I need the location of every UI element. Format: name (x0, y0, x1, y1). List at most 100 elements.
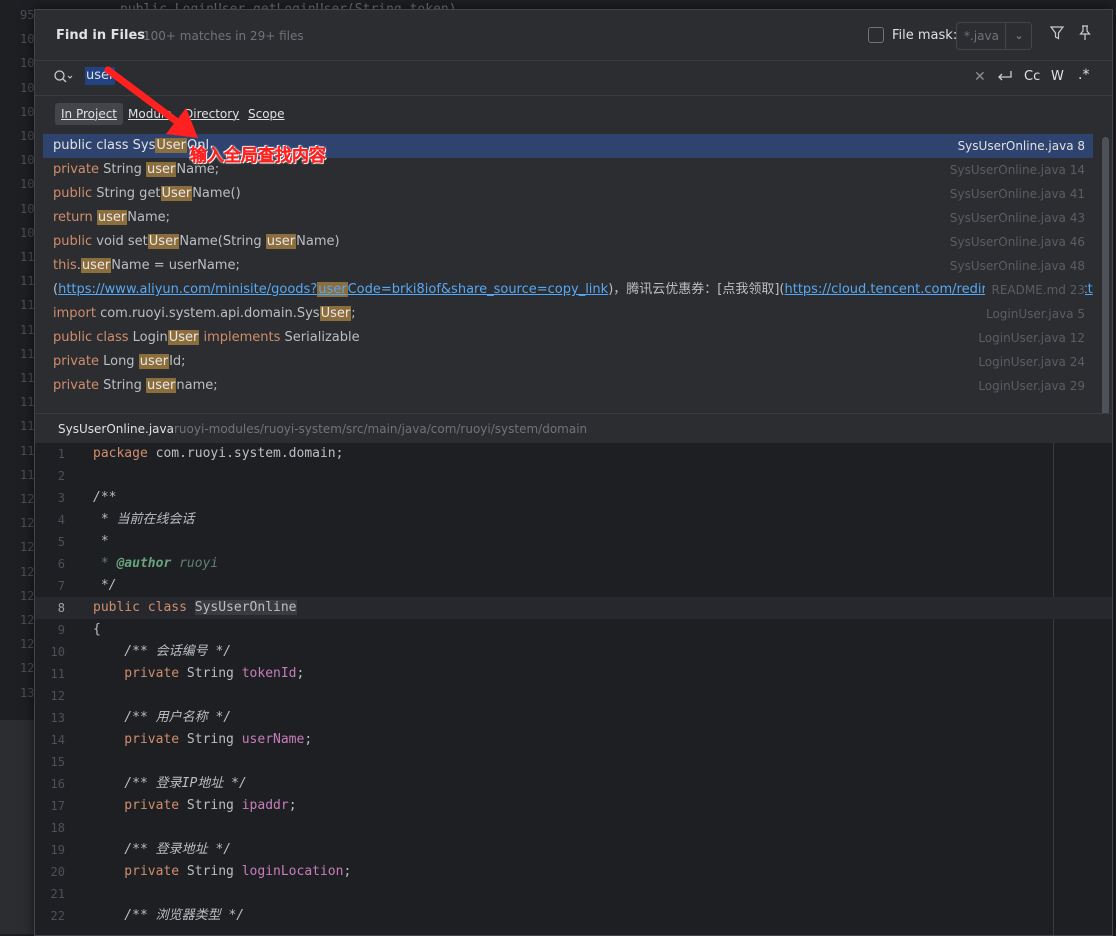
background-line-number: 11 (20, 443, 35, 458)
result-row[interactable]: private String username; LoginUser.java … (43, 374, 1093, 398)
result-text: Name(String (179, 234, 266, 249)
regex-toggle[interactable]: .* (1078, 67, 1089, 83)
preview-header: SysUserOnline.java ruoyi-modules/ruoyi-s… (35, 413, 1112, 444)
result-keyword: return (53, 210, 93, 225)
code-line: 18 (35, 817, 1112, 839)
line-number: 22 (50, 909, 65, 923)
preview-file-name: SysUserOnline.java (58, 422, 174, 436)
dialog-title: Find in Files (56, 28, 146, 43)
background-line-number: 11 (20, 346, 35, 361)
filter-icon[interactable] (1050, 26, 1064, 40)
background-line-number: 11 (20, 419, 35, 434)
result-file: SysUserOnline.java 41 (949, 187, 1085, 201)
code-line: 22 /** 浏览器类型 */ (35, 905, 1112, 927)
background-line-number: 11 (20, 371, 35, 385)
result-file: README.md 23 (985, 278, 1085, 302)
code-line: 13 /** 用户名称 */ (35, 707, 1112, 729)
background-line-number: 10 (20, 80, 35, 95)
annotation-arrow-icon (104, 66, 198, 138)
line-number: 16 (50, 777, 65, 791)
match-highlight: User (160, 186, 193, 201)
line-number: 1 (57, 447, 65, 461)
match-highlight: user (96, 210, 128, 225)
file-mask-combobox[interactable]: *.java ⌄ (956, 22, 1032, 50)
dialog-header: Find in Files 100+ matches in 29+ files … (35, 10, 1112, 60)
whole-words-toggle[interactable]: W (1051, 69, 1064, 84)
result-row[interactable]: public String getUserName() SysUserOnlin… (43, 182, 1093, 206)
line-number: 11 (50, 667, 65, 681)
code-line: 16 /** 登录IP地址 */ (35, 773, 1112, 795)
match-case-toggle[interactable]: Cc (1024, 69, 1040, 84)
background-line-number: 10 (20, 153, 35, 168)
code-line-current: 8 public class SysUserOnline (35, 597, 1112, 619)
file-mask-label[interactable]: File mask: (892, 28, 957, 43)
line-number: 10 (50, 645, 65, 659)
line-number: 7 (57, 579, 65, 593)
line-number: 17 (50, 799, 65, 813)
code-line: 14 private String userName; (35, 729, 1112, 751)
background-line-number: 12 (20, 637, 35, 652)
match-highlight: user (146, 378, 177, 393)
background-line-number: 11 (20, 274, 35, 289)
result-text: Name) (296, 234, 340, 249)
background-line-number: 11 (20, 395, 35, 410)
line-number: 18 (50, 821, 65, 835)
new-line-icon[interactable] (995, 68, 1013, 84)
code-preview[interactable]: 1 package com.ruoyi.system.domain; 2 3/**… (35, 443, 1112, 935)
result-keyword: private (53, 354, 99, 369)
background-line-number: 10 (20, 225, 35, 240)
background-line-number: 12 (20, 540, 35, 555)
line-number: 6 (57, 557, 65, 571)
background-line-number: 10 (20, 177, 35, 192)
result-file: LoginUser.java 12 (978, 331, 1085, 345)
result-text: Name; (127, 210, 170, 225)
code-line: 20 private String loginLocation; (35, 861, 1112, 883)
file-mask-input[interactable]: *.java (964, 29, 999, 43)
background-line-number: 11 (20, 467, 35, 482)
code-line: 17 private String ipaddr; (35, 795, 1112, 817)
result-text: Id; (169, 354, 186, 369)
result-keyword: import (53, 306, 96, 321)
result-file: SysUserOnline.java 43 (949, 211, 1085, 225)
line-number: 15 (50, 755, 65, 769)
result-keyword: private (53, 378, 99, 393)
pin-icon[interactable] (1078, 25, 1092, 41)
background-line-number: 12 (20, 564, 35, 579)
background-line-number: 12 (20, 661, 35, 676)
background-line-number: 10 (20, 32, 35, 47)
result-row[interactable]: import com.ruoyi.system.api.domain.SysUs… (43, 302, 1093, 326)
background-line-number: 13 (20, 685, 35, 700)
code-line: 11 private String tokenId; (35, 663, 1112, 685)
result-row[interactable]: (https://www.aliyun.com/minisite/goods?u… (43, 278, 1093, 302)
result-file: SysUserOnline.java 48 (949, 259, 1085, 273)
code-line: 12 (35, 685, 1112, 707)
file-mask-checkbox[interactable] (868, 27, 884, 43)
result-text: String get (92, 186, 161, 201)
result-text: String (98, 162, 147, 177)
background-line-number: 11 (20, 322, 35, 337)
result-row[interactable]: public void setUserName(String userName)… (43, 230, 1093, 254)
match-highlight: user (138, 354, 170, 369)
line-number: 4 (57, 513, 65, 527)
line-number: 5 (57, 535, 65, 549)
line-number: 14 (50, 733, 65, 747)
result-text: ; (351, 306, 356, 321)
line-number: 21 (50, 887, 65, 901)
match-highlight: user (265, 234, 297, 249)
code-line: 19 /** 登录地址 */ (35, 839, 1112, 861)
result-row[interactable]: public class LoginUser implements Serial… (43, 326, 1093, 350)
line-number: 20 (50, 865, 65, 879)
result-row[interactable]: private Long userId; LoginUser.java 24 (43, 350, 1093, 374)
tab-scope[interactable]: Scope (242, 103, 291, 125)
result-row[interactable]: return userName; SysUserOnline.java 43 (43, 206, 1093, 230)
match-highlight: user (317, 282, 348, 297)
match-highlight: User (167, 330, 200, 345)
search-icon[interactable] (53, 69, 73, 85)
background-line-number: 12 (20, 492, 35, 506)
background-line-number: 11 (20, 250, 35, 264)
clear-icon[interactable]: ✕ (974, 69, 986, 85)
result-row[interactable]: this.userName = userName; SysUserOnline.… (43, 254, 1093, 278)
result-file: LoginUser.java 5 (985, 307, 1085, 321)
result-keyword: implements (199, 330, 281, 345)
chevron-down-icon[interactable]: ⌄ (1005, 23, 1032, 49)
